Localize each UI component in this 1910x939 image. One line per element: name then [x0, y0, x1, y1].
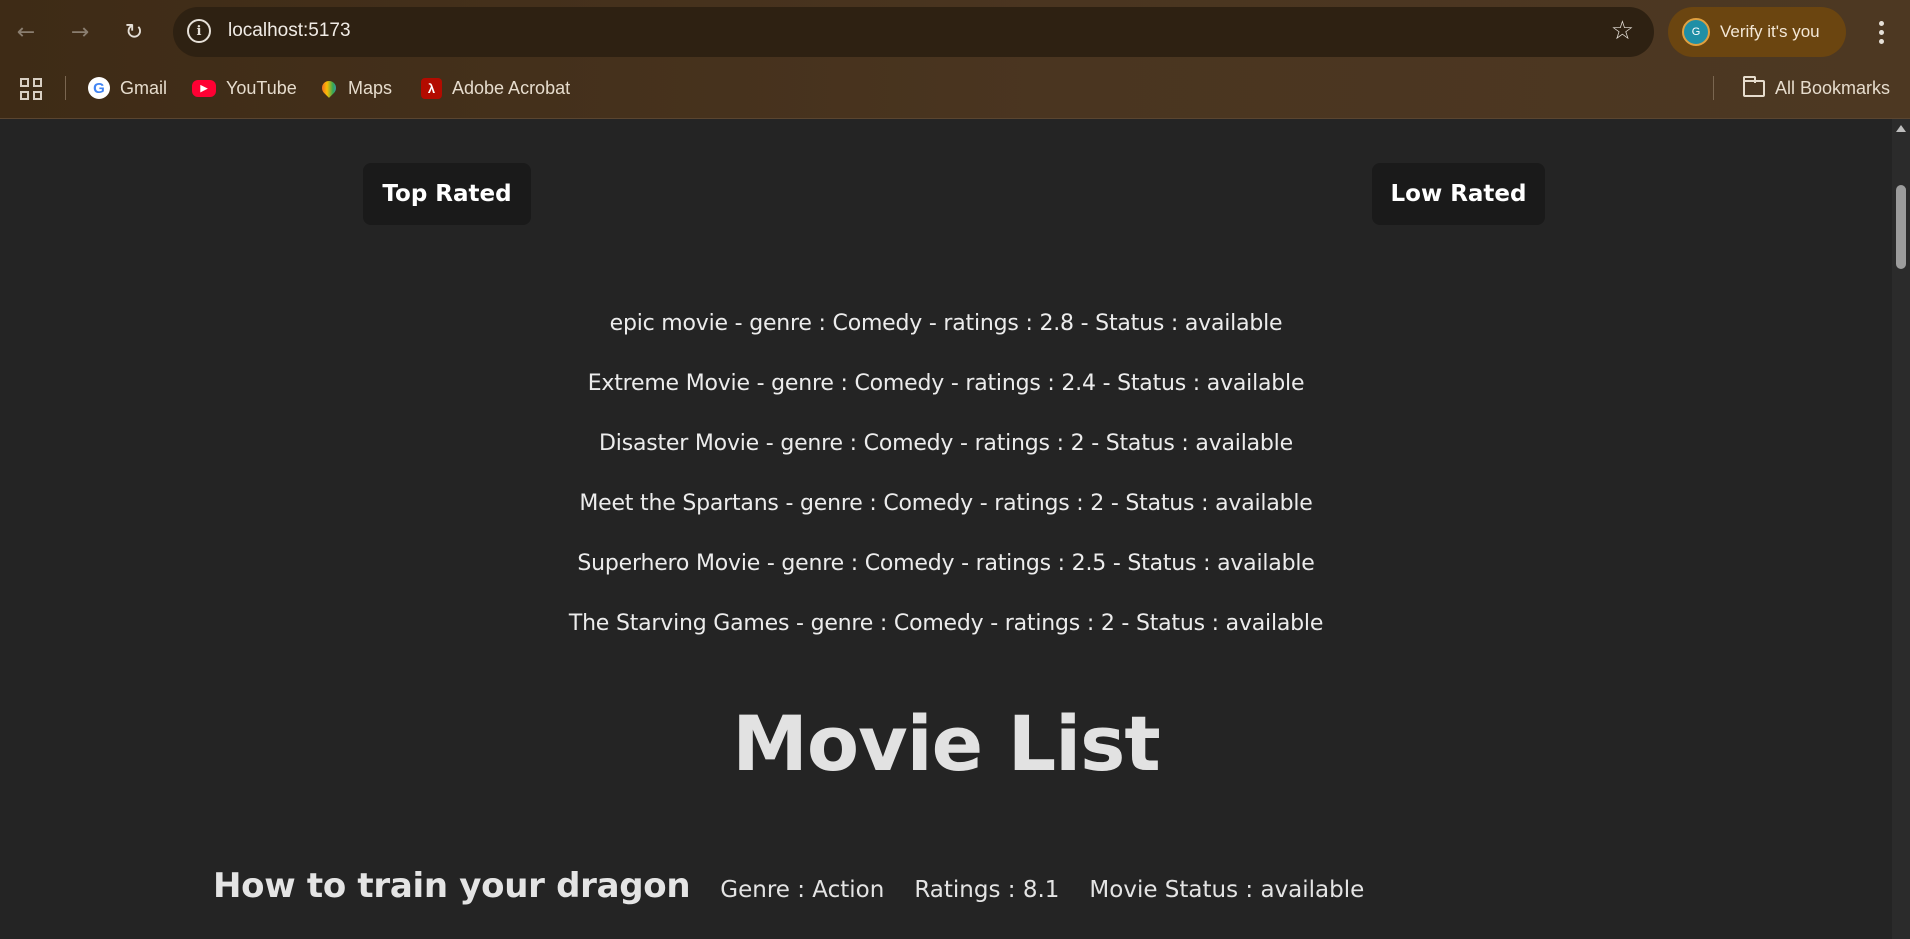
bookmarks-divider: [1713, 76, 1714, 100]
list-item: Disaster Movie - genre : Comedy - rating…: [599, 431, 1293, 456]
page-title: Movie List: [732, 699, 1160, 788]
list-item: Meet the Spartans - genre : Comedy - rat…: [579, 491, 1313, 516]
maps-icon: [319, 77, 339, 99]
all-bookmarks-button[interactable]: All Bookmarks: [1743, 75, 1890, 101]
verify-label: Verify it's you: [1720, 22, 1820, 41]
apps-grid-icon[interactable]: [20, 78, 42, 100]
verify-identity-button[interactable]: G Verify it's you: [1668, 7, 1846, 57]
page-scrollbar[interactable]: [1892, 119, 1910, 939]
bookmark-maps[interactable]: Maps: [319, 75, 393, 101]
bookmark-label: Maps: [348, 77, 393, 98]
bookmarks-bar: G Gmail ▶ YouTube Maps λ Adobe Acrobat A…: [0, 72, 1910, 104]
filtered-movie-list: epic movie - genre : Comedy - ratings : …: [0, 309, 1892, 669]
youtube-icon: ▶: [192, 79, 216, 97]
movie-genre: Genre : Action: [720, 877, 885, 903]
address-bar[interactable]: i localhost:5173 ☆: [173, 7, 1654, 57]
list-item: Extreme Movie - genre : Comedy - ratings…: [587, 371, 1305, 396]
forward-icon[interactable]: →: [62, 14, 98, 50]
bookmark-youtube[interactable]: ▶ YouTube: [192, 75, 297, 101]
adobe-acrobat-icon: λ: [421, 77, 442, 99]
profile-avatar: G: [1682, 18, 1710, 46]
site-info-icon[interactable]: i: [187, 19, 211, 43]
list-item: Superhero Movie - genre : Comedy - ratin…: [577, 551, 1315, 576]
bookmark-label: Gmail: [120, 77, 168, 98]
url-text[interactable]: localhost:5173: [228, 20, 351, 42]
bookmarks-divider: [65, 76, 66, 100]
movie-ratings: Ratings : 8.1: [914, 877, 1060, 903]
google-icon: G: [88, 77, 110, 99]
reload-icon[interactable]: ↻: [116, 14, 152, 50]
scroll-thumb[interactable]: [1896, 185, 1906, 269]
list-item: The Starving Games - genre : Comedy - ra…: [568, 611, 1324, 636]
bookmark-label: YouTube: [226, 77, 297, 98]
top-rated-button[interactable]: Top Rated: [363, 163, 531, 225]
movie-name: How to train your dragon: [213, 866, 691, 906]
browser-menu-icon[interactable]: [1868, 14, 1894, 50]
movie-card: How to train your dragon Genre : Action …: [213, 866, 1364, 906]
bookmark-star-icon[interactable]: ☆: [1611, 16, 1634, 46]
all-bookmarks-label: All Bookmarks: [1775, 77, 1891, 98]
bookmark-adobe-acrobat[interactable]: λ Adobe Acrobat: [421, 75, 570, 101]
movie-status: Movie Status : available: [1089, 877, 1365, 903]
list-item: epic movie - genre : Comedy - ratings : …: [609, 311, 1283, 336]
bookmark-gmail[interactable]: G Gmail: [88, 75, 167, 101]
scroll-up-icon[interactable]: [1896, 125, 1906, 132]
bookmark-label: Adobe Acrobat: [452, 77, 571, 98]
back-icon[interactable]: ←: [8, 14, 44, 50]
browser-chrome: ← → ↻ i localhost:5173 ☆ G Verify it's y…: [0, 0, 1910, 119]
page-content: Top Rated Low Rated epic movie - genre :…: [0, 119, 1892, 939]
low-rated-button[interactable]: Low Rated: [1372, 163, 1545, 225]
folder-icon: [1743, 75, 1765, 97]
